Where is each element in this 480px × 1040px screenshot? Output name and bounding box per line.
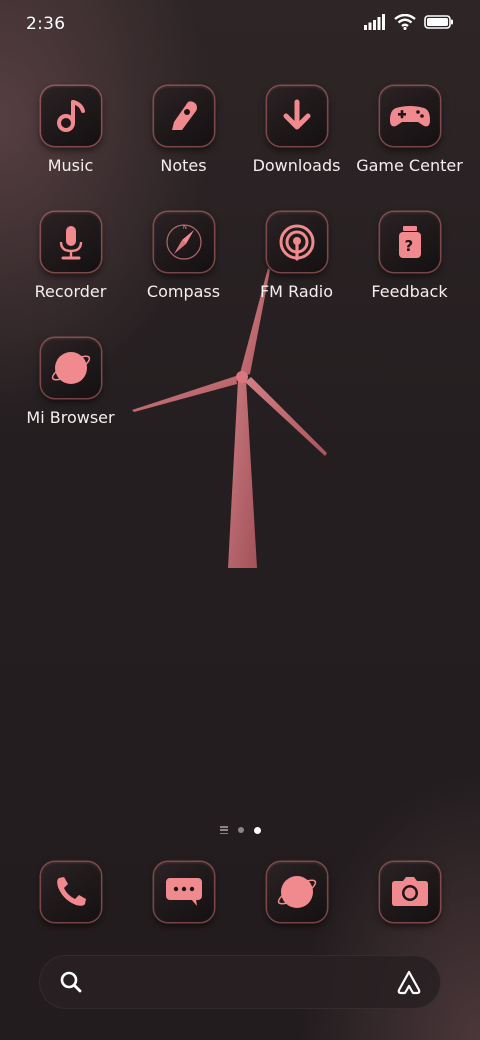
app-label: Feedback [371,282,448,301]
app-icon-frame [40,86,101,146]
signal-icon [364,14,385,30]
planet-icon [277,876,316,908]
app-icon-frame [379,862,440,922]
music-note-icon [56,100,85,132]
dock-phone[interactable] [14,862,127,922]
radio-icon [279,224,314,261]
page-dot[interactable] [237,827,244,833]
wifi-icon [394,14,416,30]
svg-text:?: ? [404,237,413,255]
app-icon-frame [266,86,327,146]
app-notes[interactable]: Notes [127,86,240,175]
list-view-icon[interactable] [219,826,228,834]
app-downloads[interactable]: Downloads [240,86,353,175]
dock-camera[interactable] [353,862,466,922]
app-label: Mi Browser [26,408,115,427]
app-label: Game Center [356,156,463,175]
search-icon[interactable] [59,970,83,994]
battery-icon [424,15,453,29]
page-dot-active[interactable] [253,826,261,834]
feedback-icon: ? [398,226,421,258]
dock [14,862,466,926]
chat-icon [165,878,202,906]
status-bar: 2:36 [0,0,480,52]
gamepad-icon [389,106,430,127]
app-icon-frame: ? [379,212,440,272]
app-label: Compass [146,282,221,301]
svg-text:N: N [183,225,187,231]
status-icons [364,14,454,30]
app-icon-frame [40,212,101,272]
dock-browser[interactable] [240,862,353,922]
app-recorder[interactable]: Recorder [14,212,127,301]
app-music[interactable]: Music [14,86,127,175]
planet-icon [51,352,90,384]
app-icon-frame [379,86,440,146]
app-mi-browser[interactable]: Mi Browser [14,338,127,427]
dock-messages[interactable] [127,862,240,922]
app-icon-frame [40,862,101,922]
app-label: FM Radio [259,282,334,301]
app-feedback[interactable]: ? Feedback [353,212,466,301]
app-icon-frame [153,862,214,922]
app-icon-frame: N [153,212,214,272]
assistant-icon[interactable] [395,968,423,996]
status-time: 2:36 [26,14,66,34]
camera-icon [391,877,428,906]
microphone-icon [59,226,82,260]
app-label: Notes [160,156,207,175]
app-icon-frame [40,338,101,398]
search-bar[interactable] [39,955,441,1009]
app-game-center[interactable]: Game Center [353,86,466,175]
notes-icon [171,101,197,130]
app-icon-frame [266,212,327,272]
app-icon-frame [153,86,214,146]
download-icon [283,99,310,130]
compass-icon: N [165,224,202,260]
app-label: Downloads [252,156,341,175]
page-indicator[interactable] [0,826,480,834]
app-label: Recorder [34,282,107,301]
app-fm-radio[interactable]: FM Radio [240,212,353,301]
app-compass[interactable]: N Compass [127,212,240,301]
app-label: Music [47,156,94,175]
phone-icon [56,877,86,906]
app-icon-frame [266,862,327,922]
